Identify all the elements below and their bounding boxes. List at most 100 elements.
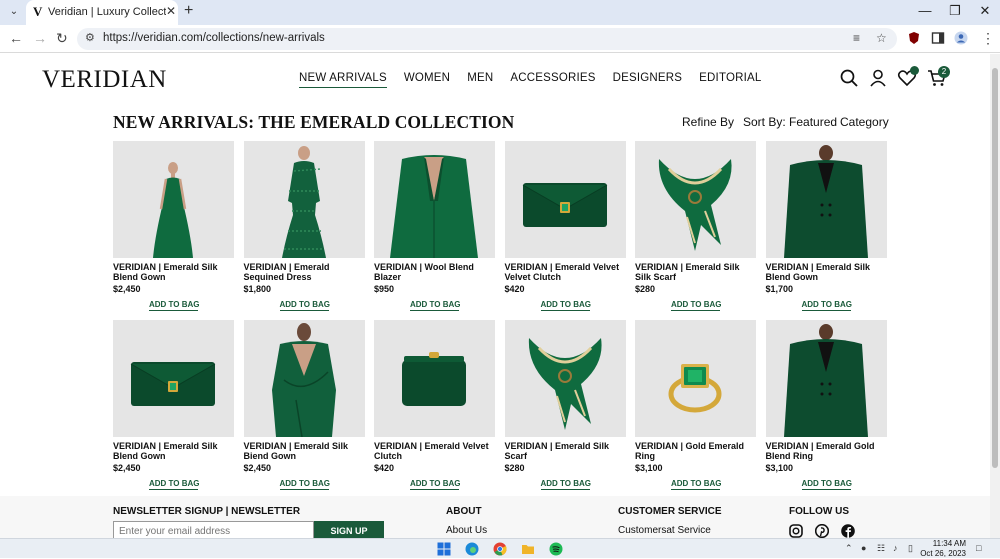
system-clock[interactable]: 11:34 AM Oct 26, 2023	[920, 539, 966, 559]
account-icon[interactable]	[868, 68, 888, 88]
product-name[interactable]: VERIDIAN | Emerald Silk Scarf	[505, 441, 626, 461]
newsletter-email-input[interactable]	[113, 521, 314, 538]
add-to-bag-button[interactable]: ADD TO BAG	[540, 300, 591, 311]
pinterest-icon[interactable]	[815, 524, 829, 538]
facebook-icon[interactable]	[841, 524, 855, 538]
url-text[interactable]: https://veridian.com/collections/new-arr…	[103, 32, 325, 44]
spotify-icon[interactable]	[549, 542, 563, 556]
notifications-icon[interactable]: □	[976, 543, 981, 553]
product-card[interactable]: VERIDIAN | Emerald Sequined Dress $1,800 A…	[243, 141, 365, 311]
restore-icon[interactable]: ❐	[940, 0, 970, 25]
nav-accessories[interactable]: ACCESSORIES	[510, 72, 595, 88]
product-card[interactable]: VERIDIAN | Emerald Velvet Clutch $420 ADD …	[374, 320, 495, 490]
product-name[interactable]: VERIDIAN | Emerald Silk Blend Gown	[766, 262, 887, 282]
add-to-bag-button[interactable]: ADD TO BAG	[410, 479, 461, 490]
page-scrollbar[interactable]	[990, 54, 1000, 538]
ublock-extension-icon[interactable]	[907, 31, 921, 45]
search-icon[interactable]	[839, 68, 859, 88]
add-to-bag-button[interactable]: ADD TO BAG	[671, 479, 722, 490]
add-to-bag-button[interactable]: ADD TO BAG	[149, 300, 200, 311]
product-image[interactable]	[765, 320, 887, 437]
add-to-bag-button[interactable]: ADD TO BAG	[540, 479, 591, 490]
file-explorer-icon[interactable]	[521, 542, 535, 556]
omnibox[interactable]: ⚙ https://veridian.com/collections/new-a…	[77, 28, 897, 50]
volume-icon[interactable]: ♪	[893, 543, 898, 553]
product-image[interactable]	[635, 320, 756, 437]
product-card[interactable]: VERIDIAN | Emerald Silk Scarf $280 ADD TO …	[504, 320, 626, 490]
product-name[interactable]: VERIDIAN | Wool Blend Blazer	[374, 262, 495, 282]
product-image[interactable]	[113, 141, 234, 258]
add-to-bag-button[interactable]: ADD TO BAG	[801, 479, 852, 490]
product-card[interactable]: VERIDIAN | Wool Blend Blazer $950 ADD TO B…	[374, 141, 495, 311]
chrome-browser-icon[interactable]	[493, 542, 507, 556]
product-name[interactable]: VERIDIAN | Emerald Silk Biend Gown	[244, 441, 365, 461]
close-tab-icon[interactable]: ✕	[166, 4, 176, 18]
add-to-bag-button[interactable]: ADD TO BAG	[279, 300, 330, 311]
add-to-bag-button[interactable]: ADD TO BAG	[279, 479, 330, 490]
product-image[interactable]	[113, 320, 234, 437]
edge-browser-icon[interactable]	[465, 542, 479, 556]
product-card[interactable]: VERIDIAN | Emerald Velvet Velvet Clutch $…	[504, 141, 626, 311]
product-name[interactable]: VERIDIAN | Emerald Velvet Velvet Clutch	[505, 262, 626, 282]
nav-designers[interactable]: DESIGNERS	[613, 72, 683, 88]
tray-network-icon[interactable]: ☷	[877, 543, 885, 554]
refine-by-button[interactable]: Refine By	[682, 115, 734, 129]
sidepanel-icon[interactable]	[931, 31, 945, 45]
site-logo[interactable]: VERIDIAN	[42, 66, 167, 94]
product-card[interactable]: VERIDIAN | Emerald Silk Biend Gown $2,450…	[243, 320, 365, 490]
battery-icon[interactable]: ▯	[908, 543, 913, 554]
product-image[interactable]	[374, 141, 495, 258]
sort-by-dropdown[interactable]: Sort By: Featured	[743, 115, 837, 129]
product-name[interactable]: VERIDIAN | Emerald Gold Blend Ring	[766, 441, 887, 461]
tray-overflow-icon[interactable]: ⌃	[845, 543, 853, 554]
product-name[interactable]: VERIDIAN | Gold Emerald Ring	[635, 441, 756, 461]
about-us-link[interactable]: About Us	[446, 525, 487, 536]
product-name[interactable]: VERIDIAN | Emerald Silk Blend Gown	[113, 262, 234, 282]
category-filter[interactable]: Category	[840, 115, 889, 129]
product-image[interactable]	[504, 320, 626, 437]
profile-avatar-icon[interactable]	[954, 31, 968, 45]
product-image[interactable]	[243, 141, 365, 258]
nav-men[interactable]: MEN	[467, 72, 493, 88]
tray-app-icon[interactable]: ●	[861, 543, 866, 553]
product-card[interactable]: VERIDIAN | Gold Emerald Ring $3,100 ADD TO…	[635, 320, 756, 490]
product-image[interactable]	[635, 141, 756, 258]
product-card[interactable]: VERIDIAN | Emerald Silk Blend Gown $2,450…	[113, 320, 234, 490]
reload-icon[interactable]: ↻	[56, 30, 68, 47]
product-name[interactable]: VERIDIAN | Emerald Silk Blend Gown	[113, 441, 234, 461]
product-image[interactable]	[765, 141, 887, 258]
product-card[interactable]: VERIDIAN | Emerald Silk Silk Scarf $280 AD…	[635, 141, 756, 311]
nav-new-arrivals[interactable]: NEW ARRIVALS	[299, 72, 387, 88]
nav-editorial[interactable]: EDITORIAL	[699, 72, 761, 88]
add-to-bag-button[interactable]: ADD TO BAG	[801, 300, 852, 311]
translate-icon[interactable]: ≡	[853, 31, 860, 45]
new-tab-icon[interactable]: +	[184, 2, 193, 20]
product-card[interactable]: VERIDIAN | Emerald Silk Blend Gown $2,450…	[113, 141, 234, 311]
site-info-icon[interactable]: ⚙	[85, 31, 95, 44]
add-to-bag-button[interactable]: ADD TO BAG	[671, 300, 722, 311]
windows-start-icon[interactable]	[437, 542, 451, 556]
tab-search-icon[interactable]: ⌄	[6, 4, 22, 20]
customer-service-link[interactable]: Customersat Service	[618, 525, 711, 536]
product-name[interactable]: VERIDIAN | Emerald Silk Silk Scarf	[635, 262, 756, 282]
browser-menu-icon[interactable]: ⋮	[981, 30, 995, 47]
product-image[interactable]	[374, 320, 495, 437]
scrollbar-thumb[interactable]	[992, 68, 998, 468]
browser-tab[interactable]: V Veridian | Luxury Collection | E ✕	[26, 0, 178, 25]
forward-icon[interactable]: →	[33, 30, 47, 46]
add-to-bag-button[interactable]: ADD TO BAG	[149, 479, 200, 490]
instagram-icon[interactable]	[789, 524, 803, 538]
product-card[interactable]: VERIDIAN | Emerald Silk Blend Gown $1,700…	[765, 141, 887, 311]
product-image[interactable]	[243, 320, 365, 437]
bookmark-star-icon[interactable]: ☆	[876, 31, 887, 45]
nav-women[interactable]: WOMEN	[404, 72, 450, 88]
product-name[interactable]: VERIDIAN | Emerald Velvet Clutch	[374, 441, 495, 461]
product-image[interactable]	[504, 141, 626, 258]
minimize-icon[interactable]: —	[910, 0, 940, 25]
back-icon[interactable]: ←	[9, 30, 23, 46]
add-to-bag-button[interactable]: ADD TO BAG	[410, 300, 461, 311]
product-name[interactable]: VERIDIAN | Emerald Sequined Dress	[244, 262, 365, 282]
signup-button[interactable]: SIGN UP	[314, 521, 384, 538]
product-card[interactable]: VERIDIAN | Emerald Gold Blend Ring $3,100…	[765, 320, 887, 490]
close-window-icon[interactable]: ✕	[970, 0, 1000, 25]
